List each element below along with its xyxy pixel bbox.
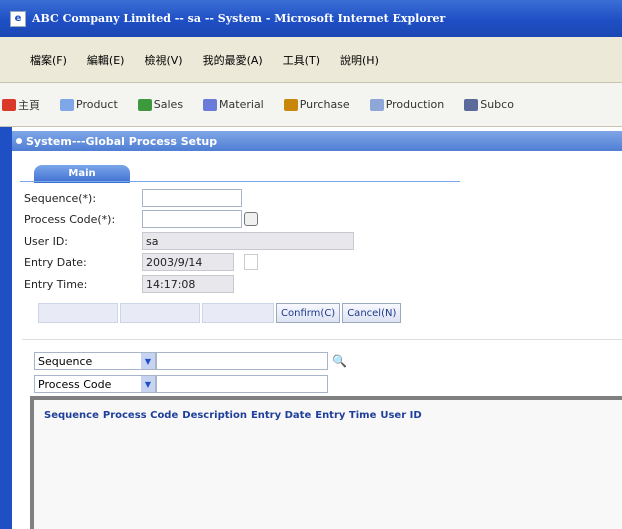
- nav-tab-label: Production: [385, 98, 445, 111]
- nav-tab-label: Material: [219, 98, 264, 111]
- column-header-entry-date[interactable]: Entry Date: [251, 410, 311, 421]
- column-header-sequence[interactable]: Sequence: [44, 410, 99, 421]
- column-header-user-id[interactable]: User ID: [380, 410, 421, 421]
- module-nav-bar: 主頁 Product Sales Material Purchase Produ…: [0, 83, 622, 127]
- section-title: System---Global Process Setup: [26, 134, 218, 148]
- nav-tab-label: 主頁: [18, 98, 40, 112]
- process-code-input[interactable]: [142, 210, 242, 228]
- ie-app-icon: e: [10, 10, 26, 27]
- nav-tab-label: Sales: [153, 98, 184, 111]
- window-titlebar: e ABC Company Limited -- sa -- System - …: [0, 0, 622, 37]
- chevron-down-icon: ▼: [141, 353, 155, 369]
- row-user-id: User ID:: [24, 231, 354, 251]
- process-code-label: Process Code(*):: [24, 212, 116, 226]
- section-header: System---Global Process Setup: [12, 131, 622, 151]
- nav-tab-label: Subco: [480, 98, 514, 111]
- content-area: Main Sequence(*): Process Code(*): User …: [12, 151, 622, 529]
- search-input-1[interactable]: [156, 352, 328, 370]
- row-sequence: Sequence(*):: [24, 188, 242, 208]
- subcontract-icon: [464, 98, 479, 111]
- product-icon: [60, 98, 74, 111]
- entry-time-field: [142, 275, 234, 293]
- production-icon: [369, 98, 384, 111]
- process-code-lookup-button[interactable]: [244, 212, 258, 226]
- nav-tab-production[interactable]: Production: [369, 98, 445, 111]
- nav-tab-label: Product: [76, 98, 118, 111]
- delete-button-disabled[interactable]: [202, 303, 274, 323]
- left-frame-edge: [0, 127, 12, 529]
- search-input-2[interactable]: [156, 375, 328, 393]
- user-id-field: [142, 232, 354, 250]
- menu-view[interactable]: 檢視(V): [144, 52, 182, 68]
- search-field-select-value: Sequence: [38, 354, 93, 368]
- nav-tab-product[interactable]: Product: [60, 98, 118, 111]
- material-icon: [203, 98, 218, 111]
- purchase-icon: [283, 98, 298, 111]
- row-process-code: Process Code(*):: [24, 209, 258, 229]
- results-grid: Sequence Process Code Description Entry …: [30, 396, 622, 529]
- menu-edit[interactable]: 編輯(E): [87, 52, 125, 68]
- cancel-button[interactable]: Cancel(N): [342, 303, 402, 323]
- search-field-select-1[interactable]: Sequence ▼: [34, 352, 156, 370]
- menu-favorites[interactable]: 我的最愛(A): [203, 52, 263, 68]
- column-header-entry-time[interactable]: Entry Time: [315, 410, 376, 421]
- row-entry-date: Entry Date:: [24, 252, 258, 272]
- menu-bar: 檔案(F) 編輯(E) 檢視(V) 我的最愛(A) 工具(T) 說明(H): [0, 37, 622, 83]
- confirm-button[interactable]: Confirm(C): [276, 303, 341, 323]
- entry-date-field: [142, 253, 234, 271]
- divider: [22, 339, 622, 340]
- search-row-2: Process Code ▼: [34, 374, 328, 394]
- menu-file[interactable]: 檔案(F): [30, 52, 67, 68]
- results-header-row: Sequence Process Code Description Entry …: [34, 400, 622, 431]
- row-entry-time: Entry Time:: [24, 274, 234, 294]
- column-header-process-code[interactable]: Process Code: [103, 410, 178, 421]
- search-row-1: Sequence ▼ 🔍: [34, 351, 347, 371]
- calendar-icon[interactable]: [244, 254, 258, 270]
- bullet-icon: [16, 138, 22, 144]
- action-button-row: Confirm(C) Cancel(N): [38, 303, 402, 323]
- sequence-label: Sequence(*):: [24, 191, 97, 205]
- search-icon[interactable]: 🔍: [332, 354, 347, 368]
- search-field-select-2[interactable]: Process Code ▼: [34, 375, 156, 393]
- add-button-disabled[interactable]: [38, 303, 118, 323]
- window-title: ABC Company Limited -- sa -- System - Mi…: [32, 12, 446, 25]
- user-id-label: User ID:: [24, 234, 68, 248]
- entry-date-label: Entry Date:: [24, 255, 87, 269]
- menu-help[interactable]: 說明(H): [340, 52, 379, 68]
- nav-tab-label: Purchase: [299, 98, 350, 111]
- nav-tab-subcontract[interactable]: Subco: [464, 98, 514, 111]
- sales-icon: [137, 98, 152, 111]
- modify-button-disabled[interactable]: [120, 303, 200, 323]
- chevron-down-icon: ▼: [141, 376, 155, 392]
- home-icon: [2, 98, 16, 111]
- column-header-description[interactable]: Description: [182, 410, 247, 421]
- nav-tab-material[interactable]: Material: [203, 98, 264, 111]
- entry-time-label: Entry Time:: [24, 277, 88, 291]
- sequence-input[interactable]: [142, 189, 242, 207]
- nav-tab-purchase[interactable]: Purchase: [283, 98, 350, 111]
- nav-tab-home[interactable]: 主頁: [2, 97, 40, 113]
- nav-tab-sales[interactable]: Sales: [137, 98, 184, 111]
- search-field-select-value: Process Code: [38, 377, 112, 391]
- menu-tools[interactable]: 工具(T): [283, 52, 320, 68]
